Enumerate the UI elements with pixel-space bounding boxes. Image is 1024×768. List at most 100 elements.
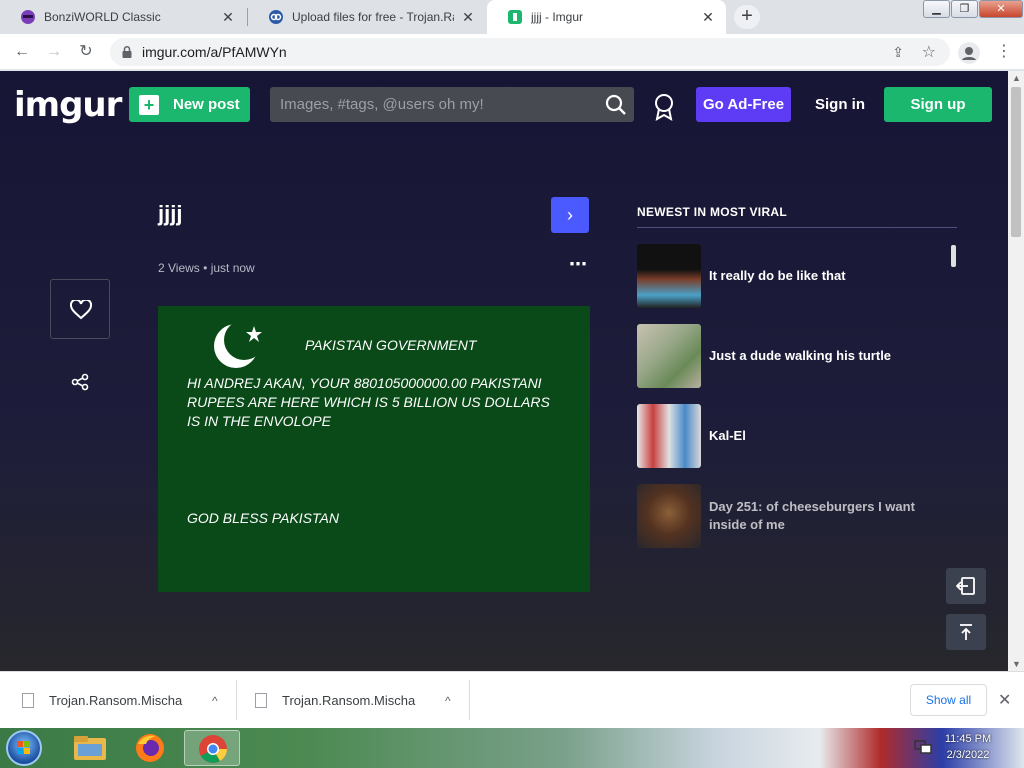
chrome-icon xyxy=(199,735,227,763)
page-scrollbar[interactable]: ▲ ▼ xyxy=(1008,71,1024,671)
viral-item[interactable]: Kal-El xyxy=(637,404,937,468)
new-tab-button[interactable]: + xyxy=(734,5,760,29)
tab-bonziworld[interactable]: BonziWORLD Classic ✕ xyxy=(0,0,246,34)
taskbar-explorer[interactable] xyxy=(62,730,118,766)
award-icon[interactable] xyxy=(652,93,676,121)
image-closing-text: GOD BLESS PAKISTAN xyxy=(187,510,339,526)
download-filename: Trojan.Ransom.Mischa xyxy=(49,693,183,708)
chevron-right-icon: › xyxy=(567,205,573,225)
windows-logo-icon xyxy=(17,741,30,754)
imgur-page: imgur + New post Go Ad-Free Sign in Sign… xyxy=(0,71,1008,671)
image-text-line: RUPEES ARE HERE WHICH IS 5 BILLION US DO… xyxy=(187,394,550,410)
image-heading-text: PAKISTAN GOVERNMENT xyxy=(305,337,477,353)
downloads-bar: Trojan.Ransom.Mischa ^ Trojan.Ransom.Mis… xyxy=(0,671,1024,728)
download-filename: Trojan.Ransom.Mischa xyxy=(282,693,416,708)
meta-separator: • xyxy=(203,261,211,275)
post-title: jjjj xyxy=(158,201,183,226)
next-post-button[interactable]: › xyxy=(551,197,589,233)
go-ad-free-button[interactable]: Go Ad-Free xyxy=(696,87,791,122)
tab-imgur[interactable]: jjjj - Imgur ✕ xyxy=(487,0,726,34)
search-box xyxy=(270,87,634,122)
post-meta: 2 Views • just now xyxy=(158,261,255,275)
sign-up-button[interactable]: Sign up xyxy=(884,87,992,122)
post-time: just now xyxy=(210,261,255,275)
start-button[interactable] xyxy=(6,730,42,766)
taskbar-clock[interactable]: 11:45 PM 2/3/2022 xyxy=(938,731,998,763)
imgur-logo[interactable]: imgur xyxy=(14,85,122,125)
url-text: imgur.com/a/PfAMWYn xyxy=(142,44,287,60)
bookmark-star-icon[interactable]: ☆ xyxy=(922,42,936,62)
file-icon xyxy=(255,693,267,708)
scroll-down-icon[interactable]: ▼ xyxy=(1012,659,1021,669)
viral-title: Kal-El xyxy=(709,428,746,443)
tab-title: jjjj - Imgur xyxy=(531,10,584,24)
image-text-line: HI ANDREJ AKAN, YOUR 880105000000.00 PAK… xyxy=(187,375,542,391)
view-count: 2 Views xyxy=(158,261,200,275)
more-options-icon[interactable]: ⋯ xyxy=(569,254,588,275)
chevron-up-icon[interactable]: ^ xyxy=(445,694,451,708)
download-item[interactable]: Trojan.Ransom.Mischa ^ xyxy=(22,672,218,729)
tab-close-icon[interactable]: ✕ xyxy=(700,9,716,25)
viral-title: Day 251: of cheeseburgers I want inside … xyxy=(709,499,915,532)
sidebar-scroll-thumb[interactable] xyxy=(951,245,956,267)
share-page-icon[interactable]: ⇪ xyxy=(892,44,904,61)
bonzi-favicon-icon xyxy=(20,9,36,25)
chevron-up-icon[interactable]: ^ xyxy=(212,694,218,708)
viral-thumbnail xyxy=(637,404,701,468)
plus-icon: + xyxy=(139,94,159,115)
heart-icon xyxy=(70,300,92,320)
sidebar-divider xyxy=(637,227,957,228)
taskbar-chrome[interactable] xyxy=(184,730,240,766)
viral-item[interactable]: Just a dude walking his turtle xyxy=(637,324,937,388)
file-icon xyxy=(22,693,34,708)
arrow-up-icon xyxy=(960,624,972,640)
close-window-icon[interactable]: ✕ xyxy=(979,0,1023,18)
scroll-up-icon[interactable]: ▲ xyxy=(1012,73,1021,83)
scroll-to-top-button[interactable] xyxy=(946,614,986,650)
tab-title: Upload files for free - Trojan.Ransom xyxy=(292,10,454,24)
viral-thumbnail xyxy=(637,324,701,388)
download-item[interactable]: Trojan.Ransom.Mischa ^ xyxy=(255,672,451,729)
share-icon[interactable] xyxy=(71,373,89,391)
windows-taskbar: 11:45 PM 2/3/2022 xyxy=(0,728,1024,768)
viral-title: It really do be like that xyxy=(709,268,846,283)
search-icon[interactable] xyxy=(604,93,628,117)
restore-icon[interactable]: ❐ xyxy=(951,0,978,18)
upload-site-favicon-icon xyxy=(268,9,284,25)
profile-avatar-icon[interactable] xyxy=(958,42,980,64)
sign-in-link[interactable]: Sign in xyxy=(815,87,865,122)
minimize-icon[interactable]: ▁ xyxy=(923,0,950,18)
tab-strip: BonziWORLD Classic ✕ Upload files for fr… xyxy=(0,0,1024,34)
search-input[interactable] xyxy=(280,87,600,122)
imgur-favicon-icon xyxy=(507,9,523,25)
exit-icon xyxy=(956,577,975,595)
viral-item[interactable]: Day 251: of cheeseburgers I want inside … xyxy=(637,484,937,548)
favorite-button[interactable] xyxy=(50,279,110,339)
viral-item[interactable]: It really do be like that xyxy=(637,244,937,308)
taskbar-firefox[interactable] xyxy=(122,730,178,766)
new-post-button[interactable]: + New post xyxy=(129,87,250,122)
address-bar[interactable]: imgur.com/a/PfAMWYn ⇪ ☆ xyxy=(110,38,950,66)
network-icon[interactable] xyxy=(914,739,932,755)
browser-menu-icon[interactable]: ⋮ xyxy=(996,42,1012,62)
tab-close-icon[interactable]: ✕ xyxy=(220,9,236,25)
exit-fullscreen-button[interactable] xyxy=(946,568,986,604)
tab-close-icon[interactable]: ✕ xyxy=(460,9,476,25)
new-post-label: New post xyxy=(173,96,240,113)
scrollbar-thumb[interactable] xyxy=(1011,87,1021,237)
clock-date: 2/3/2022 xyxy=(946,749,990,761)
download-separator xyxy=(469,680,470,720)
browser-toolbar: ← → ↻ imgur.com/a/PfAMWYn ⇪ ☆ ⋮ xyxy=(0,34,1024,70)
tab-upload-files[interactable]: Upload files for free - Trojan.Ransom ✕ xyxy=(248,0,486,34)
back-icon[interactable]: ← xyxy=(12,42,32,62)
folder-icon xyxy=(74,736,106,760)
forward-icon[interactable]: → xyxy=(44,42,64,62)
show-all-button[interactable]: Show all xyxy=(910,684,987,716)
close-downloads-icon[interactable]: ✕ xyxy=(998,690,1011,710)
image-text-line: IS IN THE ENVOLOPE xyxy=(187,413,331,429)
reload-icon[interactable]: ↻ xyxy=(76,42,96,62)
viral-title: Just a dude walking his turtle xyxy=(709,348,892,363)
firefox-icon xyxy=(136,734,164,762)
viral-thumbnail xyxy=(637,484,701,548)
lock-icon[interactable] xyxy=(120,45,134,59)
